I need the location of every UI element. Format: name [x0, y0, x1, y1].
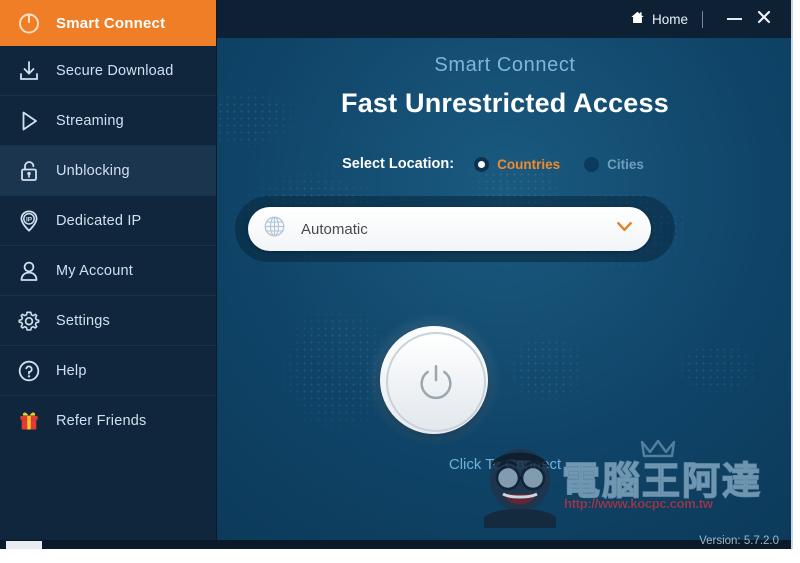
- watermark-url: http://www.kocpc.com.tw: [564, 496, 713, 511]
- connect-caption[interactable]: Click To Connect: [217, 456, 791, 473]
- power-icon: [420, 365, 452, 400]
- page-title: Fast Unrestricted Access: [341, 88, 669, 118]
- select-location-row: Select Location: Countries Cities: [217, 156, 791, 172]
- sidebar-item-label: Streaming: [56, 112, 124, 129]
- sidebar-item-label: Refer Friends: [56, 413, 147, 429]
- site-watermark: 電腦王阿達 http://www.kocpc.com.tw: [472, 436, 791, 532]
- sidebar-item-dedicated-ip[interactable]: IP Dedicated IP: [0, 196, 216, 246]
- radio-cities-label: Cities: [607, 156, 644, 172]
- sidebar-item-label: Smart Connect: [56, 14, 166, 32]
- radio-countries[interactable]: Countries: [474, 156, 561, 172]
- sidebar-item-my-account[interactable]: My Account: [0, 246, 216, 296]
- sidebar-navigation: Smart Connect Secure Download Streaming …: [0, 0, 217, 551]
- gift-icon: [16, 408, 42, 434]
- gear-icon: [16, 308, 42, 334]
- home-icon: [630, 10, 645, 28]
- globe-icon: [262, 214, 287, 244]
- unlock-icon: [16, 158, 42, 184]
- radio-countries-indicator: [474, 156, 490, 172]
- power-icon: [16, 10, 42, 36]
- power-button-face: [386, 332, 486, 432]
- sidebar-item-label: Unblocking: [56, 162, 130, 179]
- home-label: Home: [651, 11, 688, 27]
- sidebar-item-secure-download[interactable]: Secure Download: [0, 46, 216, 96]
- sidebar-item-unblocking[interactable]: Unblocking: [0, 146, 216, 196]
- chevron-down-icon: [614, 216, 635, 242]
- main-content: Smart Connect Fast Unrestricted Access S…: [217, 38, 791, 540]
- sidebar-item-label: My Account: [56, 262, 133, 279]
- radio-countries-label: Countries: [497, 156, 561, 172]
- radio-cities-indicator: [584, 156, 600, 172]
- user-icon: [16, 258, 42, 284]
- title-bar: Home: [217, 0, 791, 38]
- home-button[interactable]: Home: [630, 10, 688, 28]
- sidebar-item-label: Secure Download: [56, 62, 174, 79]
- sidebar-item-streaming[interactable]: Streaming: [0, 96, 216, 146]
- panel-eyebrow: Smart Connect: [434, 54, 576, 76]
- sidebar-item-refer-friends[interactable]: Refer Friends: [0, 396, 216, 446]
- sidebar-item-smart-connect[interactable]: Smart Connect: [0, 0, 216, 46]
- application-window: Smart Connect Secure Download Streaming …: [0, 0, 800, 563]
- connect-power-button[interactable]: [374, 320, 494, 440]
- svg-text:IP: IP: [26, 216, 33, 223]
- close-icon: [756, 9, 772, 30]
- sidebar-item-label: Help: [56, 362, 87, 379]
- location-dropdown[interactable]: Automatic: [248, 207, 651, 251]
- watermark-mascot-icon: [484, 439, 676, 528]
- question-icon: [16, 358, 42, 384]
- download-icon: [16, 58, 42, 84]
- vpn-client-window: Smart Connect Secure Download Streaming …: [0, 0, 793, 551]
- sidebar-item-label: Settings: [56, 312, 110, 329]
- version-label: Version: 5.7.2.0: [699, 535, 779, 547]
- location-dropdown-value: Automatic: [301, 220, 368, 238]
- sidebar-item-label: Dedicated IP: [56, 212, 142, 229]
- minimize-button[interactable]: [719, 6, 749, 32]
- desktop-background: [0, 549, 800, 563]
- ip-pin-icon: IP: [16, 208, 42, 234]
- titlebar-divider: [702, 10, 703, 28]
- close-button[interactable]: [749, 6, 779, 32]
- sidebar-item-settings[interactable]: Settings: [0, 296, 216, 346]
- minimize-icon: [726, 18, 742, 20]
- radio-cities[interactable]: Cities: [584, 156, 644, 172]
- sidebar-item-help[interactable]: Help: [0, 346, 216, 396]
- location-dropdown-container: Automatic: [235, 196, 675, 262]
- select-location-label: Select Location:: [342, 156, 455, 172]
- play-icon: [16, 108, 42, 134]
